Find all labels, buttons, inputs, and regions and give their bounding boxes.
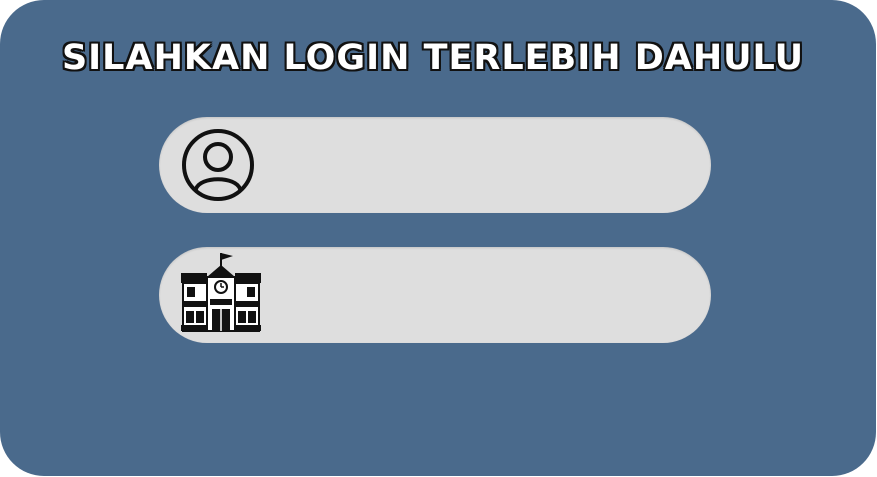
username-field[interactable]: [159, 117, 711, 213]
login-title: SILAHKAN LOGIN TERLEBIH DAHULU: [61, 38, 805, 78]
school-input[interactable]: [279, 275, 683, 317]
school-field[interactable]: [159, 247, 711, 343]
login-card: SILAHKAN LOGIN TERLEBIH DAHULU: [0, 0, 876, 476]
user-icon: [182, 129, 254, 201]
username-input[interactable]: [279, 145, 683, 187]
school-icon: [181, 253, 261, 332]
